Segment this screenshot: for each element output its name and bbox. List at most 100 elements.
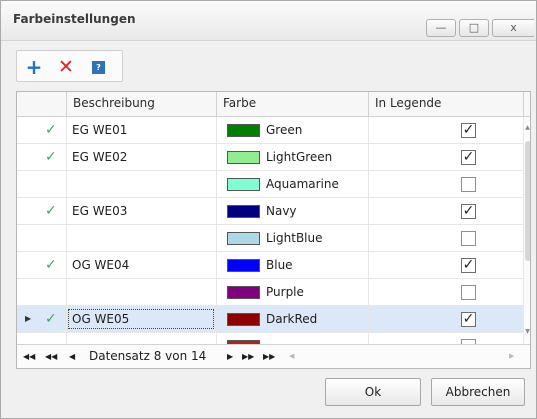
- beschreibung-text: OG WE04: [72, 258, 130, 272]
- beschreibung-cell[interactable]: EG WE03: [67, 198, 217, 225]
- in-legend-checkbox[interactable]: ✓: [461, 123, 476, 138]
- farbe-cell[interactable]: Green: [217, 117, 369, 144]
- in-legend-checkbox[interactable]: ✓: [461, 150, 476, 165]
- beschreibung-text: EG WE03: [72, 204, 128, 218]
- beschreibung-cell[interactable]: [67, 171, 217, 198]
- checkmark-icon: ✓: [45, 203, 57, 219]
- color-name: LightGreen: [266, 150, 333, 164]
- close-button[interactable]: x: [492, 19, 534, 37]
- in-legend-checkbox[interactable]: [461, 177, 476, 192]
- row-indicator-cell[interactable]: ✓: [17, 252, 67, 279]
- beschreibung-text: EG WE02: [72, 150, 128, 164]
- ok-button[interactable]: Ok: [325, 378, 421, 406]
- row-indicator-cell[interactable]: [17, 171, 67, 198]
- grid-toolbar: + ✕ ?: [16, 50, 123, 82]
- vertical-scrollbar[interactable]: ▲ ▼: [524, 117, 530, 343]
- help-glyph: ?: [92, 61, 105, 74]
- row-indicator-cell[interactable]: ✓: [17, 144, 67, 171]
- focus-rectangle: [68, 309, 214, 329]
- table-row[interactable]: LightBlue: [17, 225, 524, 252]
- current-row-icon: ▶: [25, 314, 32, 323]
- beschreibung-cell[interactable]: [67, 225, 217, 252]
- beschreibung-text: EG WE01: [72, 123, 128, 137]
- nav-next-page-icon[interactable]: ▶▶: [242, 345, 254, 368]
- scroll-thumb[interactable]: [525, 141, 530, 261]
- minimize-button[interactable]: —: [426, 19, 456, 37]
- color-swatch: [227, 286, 260, 299]
- add-icon[interactable]: +: [23, 56, 45, 78]
- row-indicator-cell[interactable]: ✓: [17, 117, 67, 144]
- color-name: Blue: [266, 258, 293, 272]
- nav-last-icon[interactable]: ▶▶: [263, 345, 275, 368]
- beschreibung-cell[interactable]: OG WE04: [67, 252, 217, 279]
- scroll-down-icon[interactable]: ▼: [524, 328, 530, 335]
- header-beschreibung[interactable]: Beschreibung: [67, 92, 217, 116]
- in-legend-checkbox[interactable]: [461, 285, 476, 300]
- header-farbe[interactable]: Farbe: [217, 92, 369, 116]
- color-swatch: [227, 205, 260, 218]
- in-legende-cell: ✓: [369, 198, 524, 225]
- beschreibung-cell[interactable]: EG WE02: [67, 144, 217, 171]
- in-legend-checkbox[interactable]: ✓: [461, 312, 476, 327]
- color-swatch: [227, 178, 260, 191]
- nav-first-icon[interactable]: ◀◀: [23, 345, 35, 368]
- farbe-cell[interactable]: LightGreen: [217, 144, 369, 171]
- in-legende-cell: ✓: [369, 252, 524, 279]
- delete-icon[interactable]: ✕: [55, 56, 77, 78]
- table-row[interactable]: ✓ EG WE02 LightGreen ✓: [17, 144, 524, 171]
- nav-prev-page-icon[interactable]: ◀◀: [45, 345, 57, 368]
- row-indicator-cell[interactable]: ✓: [17, 198, 67, 225]
- color-settings-window: Farbeinstellungen — □ x + ✕ ? Beschreibu…: [0, 0, 537, 419]
- color-name: Green: [266, 123, 303, 137]
- in-legend-checkbox[interactable]: ✓: [461, 204, 476, 219]
- in-legende-cell: ✓: [369, 117, 524, 144]
- color-name: LightBlue: [266, 231, 323, 245]
- help-icon[interactable]: ?: [87, 56, 109, 78]
- beschreibung-cell[interactable]: OG WE05: [67, 306, 217, 333]
- farbe-cell[interactable]: Blue: [217, 252, 369, 279]
- farbe-cell[interactable]: Purple: [217, 279, 369, 306]
- checkmark-icon: ✓: [45, 311, 57, 327]
- color-name: Purple: [266, 285, 304, 299]
- beschreibung-cell[interactable]: EG WE01: [67, 117, 217, 144]
- table-row[interactable]: ✓ EG WE01 Green ✓: [17, 117, 524, 144]
- row-indicator-cell[interactable]: [17, 279, 67, 306]
- scroll-up-icon[interactable]: ▲: [524, 124, 530, 131]
- color-name: DarkRed: [266, 312, 318, 326]
- color-swatch: [227, 124, 260, 137]
- checkmark-icon: ✓: [45, 149, 57, 165]
- in-legend-checkbox[interactable]: ✓: [461, 258, 476, 273]
- header-indicator-cell: [17, 92, 67, 116]
- color-swatch: [227, 232, 260, 245]
- row-indicator-cell[interactable]: ▶ ✓: [17, 306, 67, 333]
- nav-next-icon[interactable]: ▶: [227, 345, 233, 368]
- checkmark-icon: ✓: [45, 257, 57, 273]
- hscroll-left-icon[interactable]: ◀: [289, 345, 294, 368]
- table-row[interactable]: ▶ ✓ OG WE05 DarkRed ✓: [17, 306, 524, 333]
- table-row[interactable]: Purple: [17, 279, 524, 306]
- nav-prev-icon[interactable]: ◀: [69, 345, 75, 368]
- title-bar: Farbeinstellungen — □ x: [1, 1, 536, 41]
- in-legende-cell: ✓: [369, 144, 524, 171]
- record-counter: Datensatz 8 von 14: [89, 349, 207, 363]
- color-swatch: [227, 313, 260, 326]
- record-navigator: ◀◀ ◀◀ ◀ Datensatz 8 von 14 ▶ ▶▶ ▶▶ ◀ ▶: [17, 344, 530, 368]
- color-swatch: [227, 259, 260, 272]
- farbe-cell[interactable]: DarkRed: [217, 306, 369, 333]
- in-legend-checkbox[interactable]: [461, 231, 476, 246]
- farbe-cell[interactable]: LightBlue: [217, 225, 369, 252]
- maximize-button[interactable]: □: [459, 19, 489, 37]
- in-legende-cell: ✓: [369, 306, 524, 333]
- header-in-legende[interactable]: In Legende: [369, 92, 524, 116]
- cancel-button[interactable]: Abbrechen: [431, 378, 525, 406]
- row-indicator-cell[interactable]: [17, 225, 67, 252]
- farbe-cell[interactable]: Aquamarine: [217, 171, 369, 198]
- beschreibung-cell[interactable]: [67, 279, 217, 306]
- table-row[interactable]: Aquamarine: [17, 171, 524, 198]
- table-row[interactable]: ✓ OG WE04 Blue ✓: [17, 252, 524, 279]
- farbe-cell[interactable]: Navy: [217, 198, 369, 225]
- checkmark-icon: ✓: [45, 122, 57, 138]
- hscroll-right-icon[interactable]: ▶: [509, 345, 514, 368]
- table-row[interactable]: ✓ EG WE03 Navy ✓: [17, 198, 524, 225]
- grid-header: Beschreibung Farbe In Legende: [17, 92, 530, 117]
